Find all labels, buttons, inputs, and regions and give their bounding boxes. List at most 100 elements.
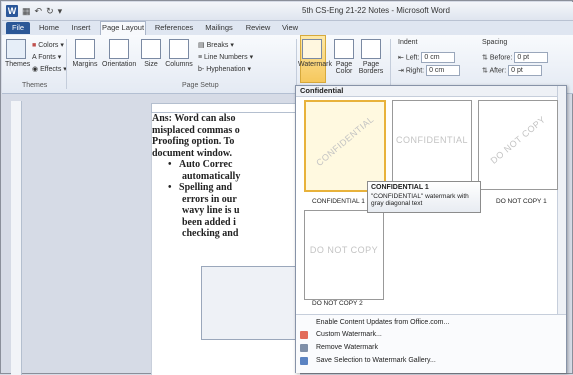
tooltip-text: "CONFIDENTIAL" watermark with gray diago… (371, 193, 469, 207)
vertical-ruler (11, 101, 22, 375)
line-numbers-button[interactable]: ≡ Line Numbers ▾ (198, 53, 253, 61)
columns-label: Columns (165, 61, 193, 68)
indent-right-label: Right: (405, 67, 425, 75)
watermark-option-do-not-copy-1[interactable]: DO NOT COPY (478, 100, 558, 190)
page-color-button[interactable]: Page Color (332, 39, 356, 75)
fonts-button[interactable]: A Fonts ▾ (32, 53, 61, 61)
menu-save-selection[interactable]: Save Selection to Watermark Gallery... (316, 357, 436, 364)
watermark-option-confidential-1[interactable]: CONFIDENTIAL (304, 100, 386, 192)
tab-page-layout[interactable]: Page Layout (100, 21, 146, 36)
watermark-preview-text: DO NOT COPY (488, 114, 548, 166)
breaks-icon: ▤ (198, 42, 205, 49)
menu-enable-content-updates[interactable]: Enable Content Updates from Office.com..… (316, 319, 449, 326)
doc-line: Ans: Word can also (152, 113, 236, 124)
orientation-button[interactable]: Orientation (102, 39, 136, 68)
watermark-preview-text: DO NOT COPY (309, 245, 379, 255)
divider (66, 39, 67, 89)
tooltip-title: CONFIDENTIAL 1 (371, 184, 429, 191)
custom-watermark-icon (300, 331, 308, 339)
columns-button[interactable]: Columns (164, 39, 194, 68)
tab-view[interactable]: View (278, 22, 302, 34)
breaks-label: Breaks (206, 42, 229, 49)
embedded-screenshot-thumbnail (201, 266, 299, 340)
indent-left: ⇤ Left: 0 cm (398, 52, 456, 63)
breaks-button[interactable]: ▤ Breaks ▾ (198, 41, 234, 49)
save-icon[interactable]: ▦ (22, 6, 31, 17)
effects-icon: ◉ (32, 66, 39, 73)
page-borders-label: Page Borders (358, 61, 384, 75)
margins-button[interactable]: Margins (70, 39, 100, 68)
bullet-text: Spelling and (179, 182, 233, 193)
title-bar: W ▦ ↶ ↻ ▾ 5th CS-Eng 21-22 Notes - Micro… (2, 2, 573, 21)
effects-label: Effects (40, 66, 62, 73)
page-setup-group-label: Page Setup (182, 82, 219, 89)
size-icon (141, 39, 161, 59)
undo-icon[interactable]: ↶ (35, 6, 43, 17)
doc-line: document window. (152, 147, 233, 159)
spacing-before-input[interactable]: 0 pt (514, 52, 549, 63)
word-window: W ▦ ↶ ↻ ▾ 5th CS-Eng 21-22 Notes - Micro… (0, 0, 573, 375)
colors-button[interactable]: ■ Colors ▾ (32, 41, 64, 49)
tab-references[interactable]: References (152, 22, 196, 34)
tab-file[interactable]: File (6, 22, 30, 34)
margins-icon (75, 39, 95, 59)
watermark-gallery: Confidential CONFIDENTIAL CONFIDENTIAL 1… (295, 85, 567, 373)
indent-heading: Indent (398, 39, 418, 46)
watermark-label: Watermark (298, 61, 332, 68)
ribbon-tabs: File Home Insert Page Layout References … (2, 21, 573, 36)
line-numbers-icon: ≡ (198, 54, 203, 61)
colors-icon: ■ (32, 42, 37, 49)
page-color-label: Page Color (335, 61, 353, 75)
remove-watermark-icon (300, 344, 308, 352)
watermark-preview-text: CONFIDENTIAL (395, 135, 468, 145)
effects-button[interactable]: ◉ Effects ▾ (32, 65, 67, 73)
hyphenation-icon: b‐ (198, 66, 205, 73)
gallery-header: Confidential (296, 86, 562, 97)
page-borders-icon (361, 39, 381, 59)
indent-left-input[interactable]: 0 cm (421, 52, 456, 63)
doc-line: automatically (182, 170, 241, 182)
watermark-menu: Enable Content Updates from Office.com..… (296, 314, 566, 373)
word-app-icon[interactable]: W (6, 5, 18, 17)
watermark-option-confidential-2[interactable]: CONFIDENTIAL (392, 100, 472, 190)
indent-right-input[interactable]: 0 cm (426, 65, 461, 76)
doc-line: misplaced commas o (152, 124, 240, 136)
doc-line: been added i (182, 216, 236, 228)
redo-icon[interactable]: ↻ (46, 6, 54, 17)
quick-access-toolbar: W ▦ ↶ ↻ ▾ (6, 5, 62, 17)
hyphenation-label: Hyphenation (206, 66, 246, 73)
page-borders-button[interactable]: Page Borders (358, 39, 384, 75)
doc-line: errors in our (182, 193, 237, 205)
menu-remove-watermark[interactable]: Remove Watermark (316, 344, 378, 351)
line-numbers-label: Line Numbers (204, 54, 248, 61)
gallery-scrollbar[interactable] (557, 86, 566, 314)
spacing-before-label: Before: (489, 54, 513, 62)
indent-left-label: Left: (405, 54, 420, 62)
fonts-label: Fonts (38, 54, 56, 61)
menu-custom-watermark[interactable]: Custom Watermark... (316, 331, 382, 338)
watermark-label-wrap[interactable]: Watermark (298, 39, 332, 68)
hyphenation-button[interactable]: b‐ Hyphenation ▾ (198, 65, 251, 73)
spacing-heading: Spacing (482, 39, 508, 46)
tab-insert[interactable]: Insert (68, 22, 94, 34)
indent-right: ⇥ Right: 0 cm (398, 65, 461, 76)
doc-line: wavy line is u (182, 205, 240, 216)
tab-mailings[interactable]: Mailings (202, 22, 236, 34)
bullet-line: • Spelling and (168, 182, 233, 193)
doc-line: Proofing option. To (152, 136, 235, 147)
watermark-option-do-not-copy-2[interactable]: DO NOT COPY (304, 210, 384, 300)
size-button[interactable]: Size (140, 39, 162, 68)
watermark-preview-text: CONFIDENTIAL (314, 114, 376, 168)
themes-group-label: Themes (22, 82, 48, 89)
fonts-icon: A (32, 54, 37, 61)
customize-qat-icon[interactable]: ▾ (58, 6, 63, 17)
horizontal-ruler (151, 103, 303, 113)
spacing-after-input[interactable]: 0 pt (508, 65, 543, 76)
tab-home[interactable]: Home (36, 22, 62, 34)
watermark-option-label: CONFIDENTIAL 1 (312, 198, 365, 205)
tab-review[interactable]: Review (244, 22, 272, 34)
colors-label: Colors (38, 42, 59, 49)
themes-button[interactable]: Themes (5, 39, 30, 68)
divider (390, 39, 391, 89)
spacing-after: ⇅ After: 0 pt (482, 65, 543, 76)
